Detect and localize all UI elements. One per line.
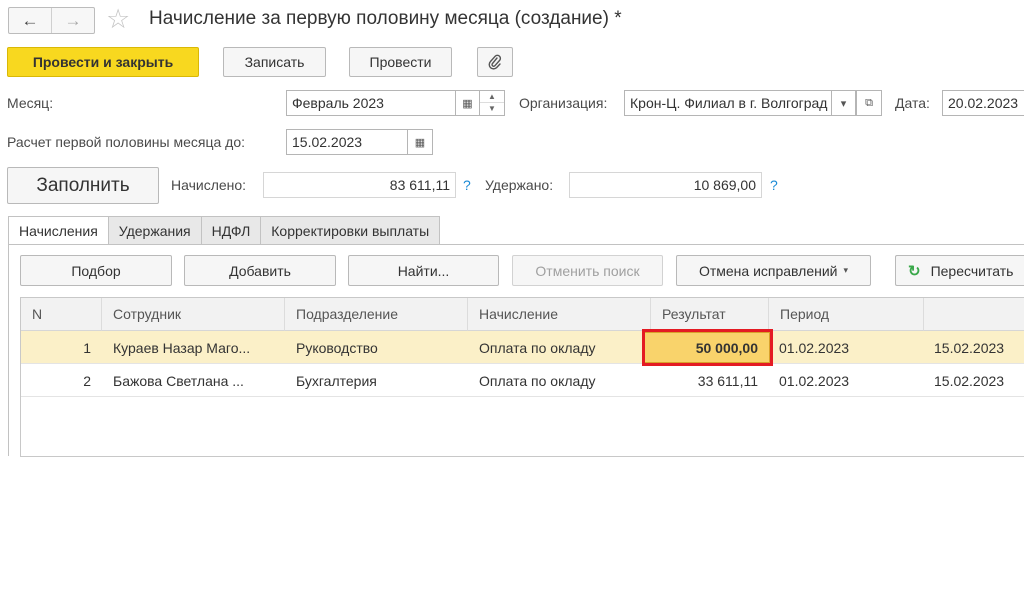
- column-header-n[interactable]: N: [21, 298, 102, 331]
- row-number: 2: [83, 372, 91, 389]
- refresh-icon: ↻: [908, 262, 921, 280]
- column-header-period-end[interactable]: [924, 298, 1024, 331]
- column-header-accrual[interactable]: Начисление: [468, 298, 651, 331]
- recalculate-button[interactable]: ↻ Пересчитать: [895, 255, 1024, 286]
- org-dropdown-button[interactable]: ▾: [832, 90, 856, 116]
- period-start-cell[interactable]: 01.02.2023: [779, 331, 919, 364]
- department-cell[interactable]: Руководство: [296, 331, 464, 364]
- arrow-left-icon: ←: [21, 10, 39, 30]
- employee-cell[interactable]: Бажова Светлана ...: [113, 364, 281, 397]
- column-header-department[interactable]: Подразделение: [285, 298, 468, 331]
- star-outline-icon[interactable]: ☆: [106, 4, 130, 34]
- employee-cell[interactable]: Кураев Назар Маго...: [113, 331, 281, 364]
- paperclip-icon: [488, 54, 502, 70]
- accrued-value: 83 611,11: [263, 172, 456, 198]
- page-title: Начисление за первую половину месяца (со…: [149, 8, 622, 29]
- tab-accruals[interactable]: Начисления: [8, 216, 109, 245]
- org-field[interactable]: Крон-Ц. Филиал в г. Волгоград: [624, 90, 832, 116]
- month-field[interactable]: Февраль 2023: [286, 90, 456, 116]
- accrued-help-icon[interactable]: ?: [463, 177, 471, 193]
- recalculate-label: Пересчитать: [930, 262, 1014, 279]
- calendar-icon: ▦: [414, 136, 426, 149]
- spin-down-icon[interactable]: ▼: [480, 103, 504, 115]
- attach-button[interactable]: [477, 47, 513, 77]
- chevron-down-icon: ▾: [840, 97, 847, 110]
- pick-button[interactable]: Подбор: [20, 255, 172, 286]
- accruals-table: N Сотрудник Подразделение Начисление Рез…: [20, 297, 1024, 457]
- calendar-button[interactable]: ▦: [456, 90, 480, 116]
- org-label: Организация:: [519, 95, 608, 111]
- forward-button[interactable]: →: [51, 8, 94, 33]
- cancel-fixes-label: Отмена исправлений: [698, 262, 838, 279]
- table-row[interactable]: 2 Бажова Светлана ... Бухгалтерия Оплата…: [21, 364, 1024, 397]
- calendar-icon: ▦: [462, 97, 473, 110]
- column-header-employee[interactable]: Сотрудник: [102, 298, 285, 331]
- arrow-right-icon: →: [64, 10, 82, 30]
- column-header-result[interactable]: Результат: [651, 298, 769, 331]
- month-label: Месяц:: [7, 95, 54, 111]
- tab-payment-corrections[interactable]: Корректировки выплаты: [261, 216, 441, 245]
- calc-date-label: Расчет первой половины месяца до:: [7, 134, 245, 150]
- date-label: Дата:: [895, 95, 930, 111]
- tab-deductions[interactable]: Удержания: [108, 216, 202, 245]
- cancel-search-button[interactable]: Отменить поиск: [512, 255, 663, 286]
- fill-button[interactable]: Заполнить: [7, 167, 159, 204]
- spin-up-icon[interactable]: ▲: [480, 91, 504, 103]
- nav-buttons: ← →: [8, 7, 95, 34]
- calc-date-field[interactable]: 15.02.2023: [286, 129, 408, 155]
- period-end-cell[interactable]: 15.02.2023: [934, 331, 1024, 364]
- month-spinner[interactable]: ▲ ▼: [480, 90, 505, 116]
- find-button[interactable]: Найти...: [348, 255, 499, 286]
- period-end-cell[interactable]: 15.02.2023: [934, 364, 1024, 397]
- org-open-button[interactable]: ⧉: [856, 90, 882, 116]
- department-cell[interactable]: Бухгалтерия: [296, 364, 464, 397]
- accrual-cell[interactable]: Оплата по окладу: [479, 331, 647, 364]
- withheld-value: 10 869,00: [569, 172, 762, 198]
- chevron-down-icon: ▾: [843, 265, 849, 275]
- tab-bar: Начисления Удержания НДФЛ Корректировки …: [8, 216, 441, 245]
- period-start-cell[interactable]: 01.02.2023: [779, 364, 919, 397]
- accrual-cell[interactable]: Оплата по окладу: [479, 364, 647, 397]
- calc-calendar-button[interactable]: ▦: [408, 129, 433, 155]
- add-button[interactable]: Добавить: [184, 255, 336, 286]
- back-button[interactable]: ←: [9, 8, 51, 33]
- result-cell[interactable]: 33 611,11: [651, 364, 758, 397]
- cancel-fixes-button[interactable]: Отмена исправлений ▾: [676, 255, 871, 286]
- save-button[interactable]: Записать: [223, 47, 326, 77]
- column-header-period[interactable]: Период: [769, 298, 924, 331]
- accrued-label: Начислено:: [171, 177, 247, 193]
- table-row[interactable]: 1 Кураев Назар Маго... Руководство Оплат…: [21, 331, 1024, 364]
- open-form-icon: ⧉: [865, 96, 873, 109]
- post-and-close-button[interactable]: Провести и закрыть: [7, 47, 199, 77]
- withheld-label: Удержано:: [485, 177, 554, 193]
- post-button[interactable]: Провести: [349, 47, 452, 77]
- annotation-highlight-box: [642, 329, 773, 366]
- withheld-help-icon[interactable]: ?: [770, 177, 778, 193]
- tab-ndfl[interactable]: НДФЛ: [201, 216, 262, 245]
- row-number: 1: [83, 339, 91, 356]
- date-field[interactable]: 20.02.2023: [942, 90, 1024, 116]
